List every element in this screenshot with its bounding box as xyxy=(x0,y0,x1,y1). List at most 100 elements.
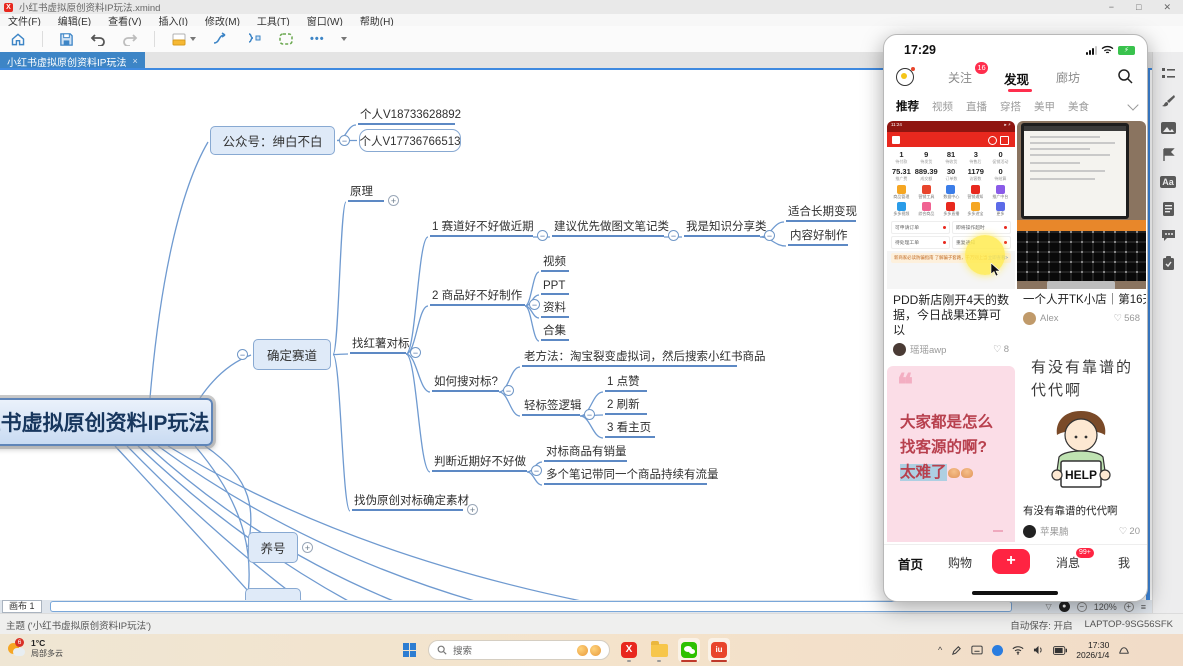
heart-icon[interactable]: ♡ xyxy=(1119,526,1128,537)
sheet-tab[interactable]: 画布 1 xyxy=(2,600,42,613)
zoom-out-button[interactable]: − xyxy=(1077,602,1087,612)
mindmap-node-zhaohs[interactable]: 找红薯对标 xyxy=(350,337,406,354)
pitch-mode-icon[interactable]: ● xyxy=(1059,601,1070,612)
note-title[interactable]: PDD新店刚开4天的数据，今日战果还算可以 xyxy=(887,289,1015,340)
mindmap-node-queding[interactable]: 确定赛道 xyxy=(253,339,331,370)
insert-image-icon[interactable] xyxy=(1160,120,1177,135)
avatar[interactable] xyxy=(1023,312,1036,325)
mindmap-node-qbq[interactable]: 轻标签逻辑 xyxy=(522,399,580,416)
pdd-app-icon[interactable]: 数据中心 xyxy=(939,185,964,200)
minimize-button[interactable]: − xyxy=(1109,2,1114,13)
note-card-help[interactable]: 有没有靠谱的 代代啊 HELP xyxy=(1017,335,1146,544)
taskbar-app-mirror[interactable]: iu xyxy=(708,638,730,662)
notes-icon[interactable] xyxy=(1160,201,1177,216)
mindmap-node-ruhe[interactable]: 如何搜对标? xyxy=(432,375,499,392)
mindmap-node-ziliao[interactable]: 资料 xyxy=(541,303,569,318)
save-icon[interactable] xyxy=(59,32,74,47)
note-author[interactable]: 苹果腩 xyxy=(1040,524,1069,538)
marker-flag-icon[interactable] xyxy=(1160,147,1177,162)
tab-follow[interactable]: 关注 xyxy=(948,69,972,86)
mindmap-node-neirong[interactable]: 内容好制作 xyxy=(788,229,848,246)
tray-app-icon[interactable] xyxy=(992,645,1003,656)
maximize-button[interactable]: □ xyxy=(1136,2,1141,13)
branch-expander-icon[interactable]: + xyxy=(302,542,313,553)
mindmap-node-gzh[interactable]: 公众号：绅白不白 xyxy=(210,126,335,155)
zoom-level[interactable]: 120% xyxy=(1094,602,1117,612)
note-title[interactable]: 有没有靠谱的代代啊 xyxy=(1017,501,1146,522)
mindmap-node-duibiao[interactable]: 对标商品有销量 xyxy=(544,447,627,462)
phone-search-icon[interactable] xyxy=(1117,68,1133,89)
taskbar-search-box[interactable]: 搜索 xyxy=(428,640,610,660)
tab-local[interactable]: 廊坊 xyxy=(1056,69,1080,86)
mindmap-node-kzy[interactable]: 3 看主页 xyxy=(605,423,655,438)
mindmap-node-zhaowei[interactable]: 找伪原创对标确定素材 xyxy=(352,494,463,511)
filter-icon[interactable]: ▽ xyxy=(1046,602,1052,611)
note-card-tk[interactable]: 一个人开TK小店｜第16天 Alex ♡568 xyxy=(1017,121,1146,331)
nav-shop[interactable]: 购物 xyxy=(948,554,972,571)
mindmap-node-v2[interactable]: 个人V17736766513 xyxy=(359,129,461,152)
note-author[interactable]: Alex xyxy=(1040,313,1058,324)
mindmap-node-duoge[interactable]: 多个笔记带同一个商品持续有流量 xyxy=(544,470,707,485)
mindmap-node-laoff[interactable]: 老方法：淘宝裂变虚拟词，然后搜索小红书商品 xyxy=(522,350,737,367)
mindmap-node-n1[interactable]: 1 赛道好不好做近期 xyxy=(430,220,533,237)
tab-close-icon[interactable]: × xyxy=(132,56,137,66)
mindmap-node-jianyi[interactable]: 建议优先做图文笔记类 xyxy=(552,220,664,237)
publish-button[interactable]: + xyxy=(992,549,1030,574)
avatar[interactable] xyxy=(893,343,906,356)
more-caret-icon[interactable] xyxy=(341,37,347,41)
close-button[interactable]: ✕ xyxy=(1163,2,1171,13)
branch-expander-icon[interactable]: − xyxy=(531,465,542,476)
sheet-caret-icon[interactable] xyxy=(190,37,196,41)
branch-expander-icon[interactable]: − xyxy=(339,135,350,146)
notification-icon[interactable] xyxy=(1118,645,1130,656)
relationship-icon[interactable] xyxy=(212,32,230,46)
sheet-icon[interactable] xyxy=(171,32,196,47)
mindmap-node-root[interactable]: 小红书虚拟原创资料IP玩法 xyxy=(0,398,213,446)
taskbar-app-explorer[interactable] xyxy=(648,638,670,662)
pdd-app-icon[interactable]: 综合商品 xyxy=(914,202,939,217)
redo-icon[interactable] xyxy=(122,32,138,46)
tab-discover[interactable]: 发现 xyxy=(1004,69,1029,88)
horizontal-scrollbar[interactable] xyxy=(50,601,1012,612)
heart-icon[interactable]: ♡ xyxy=(993,344,1002,355)
mindmap-node-shipin[interactable]: 视频 xyxy=(541,257,569,272)
note-author[interactable]: 瑶瑶awp xyxy=(910,342,946,356)
branch-expander-icon[interactable]: − xyxy=(410,347,421,358)
pdd-app-icon[interactable]: 商品管理 xyxy=(889,185,914,200)
branch-expander-icon[interactable]: − xyxy=(668,230,679,241)
mindmap-node-heji[interactable]: 合集 xyxy=(541,326,569,341)
boundary-icon[interactable] xyxy=(278,32,294,46)
category-tab[interactable]: 视频 xyxy=(932,99,953,114)
taskbar-weather-widget[interactable]: 6 1°C 局部多云 xyxy=(8,638,63,659)
mindmap-node-woshi[interactable]: 我是知识分享类 xyxy=(684,220,760,237)
pdd-app-icon[interactable]: 多多进宝 xyxy=(963,202,988,217)
mindmap-node-n2[interactable]: 2 商品好不好制作 xyxy=(430,289,525,306)
summary-icon[interactable] xyxy=(246,32,262,46)
avatar[interactable] xyxy=(1023,525,1036,538)
mindmap-node-shihe[interactable]: 适合长期变现 xyxy=(786,205,856,222)
nav-home[interactable]: 首页 xyxy=(898,554,923,573)
mindmap-node-v1[interactable]: 个人V18733628892 xyxy=(358,108,455,125)
heart-icon[interactable]: ♡ xyxy=(1114,313,1123,324)
home-icon[interactable] xyxy=(10,32,26,47)
comment-icon[interactable] xyxy=(1160,228,1177,243)
phone-mirror-window[interactable]: 17:29 ⚡ 关注 16 发现 廊坊 推荐视频直播穿搭美甲美食 xyxy=(883,34,1148,602)
tray-expand-icon[interactable]: ^ xyxy=(938,645,942,655)
taskbar-app-xmind[interactable]: X xyxy=(618,638,640,662)
category-tab[interactable]: 美甲 xyxy=(1034,99,1055,114)
branch-expander-icon[interactable]: + xyxy=(388,195,399,206)
mindmap-node-sx[interactable]: 2 刷新 xyxy=(605,400,647,415)
battery-icon[interactable] xyxy=(1053,646,1067,655)
task-clipboard-icon[interactable] xyxy=(1160,255,1177,270)
pdd-app-icon[interactable]: 更多 xyxy=(988,202,1013,217)
branch-expander-icon[interactable]: − xyxy=(529,299,540,310)
pdd-app-icon[interactable]: 推广中台 xyxy=(988,185,1013,200)
pdd-app-icon[interactable]: 多多视频 xyxy=(889,202,914,217)
taskbar-app-wechat[interactable] xyxy=(678,638,700,662)
nav-me[interactable]: 我 xyxy=(1118,554,1130,571)
undo-icon[interactable] xyxy=(90,32,106,46)
mindmap-node-yuanli[interactable]: 原理 xyxy=(348,185,384,202)
branch-expander-icon[interactable]: − xyxy=(584,409,595,420)
branch-expander-icon[interactable]: + xyxy=(467,504,478,515)
category-tab[interactable]: 美食 xyxy=(1068,99,1089,114)
